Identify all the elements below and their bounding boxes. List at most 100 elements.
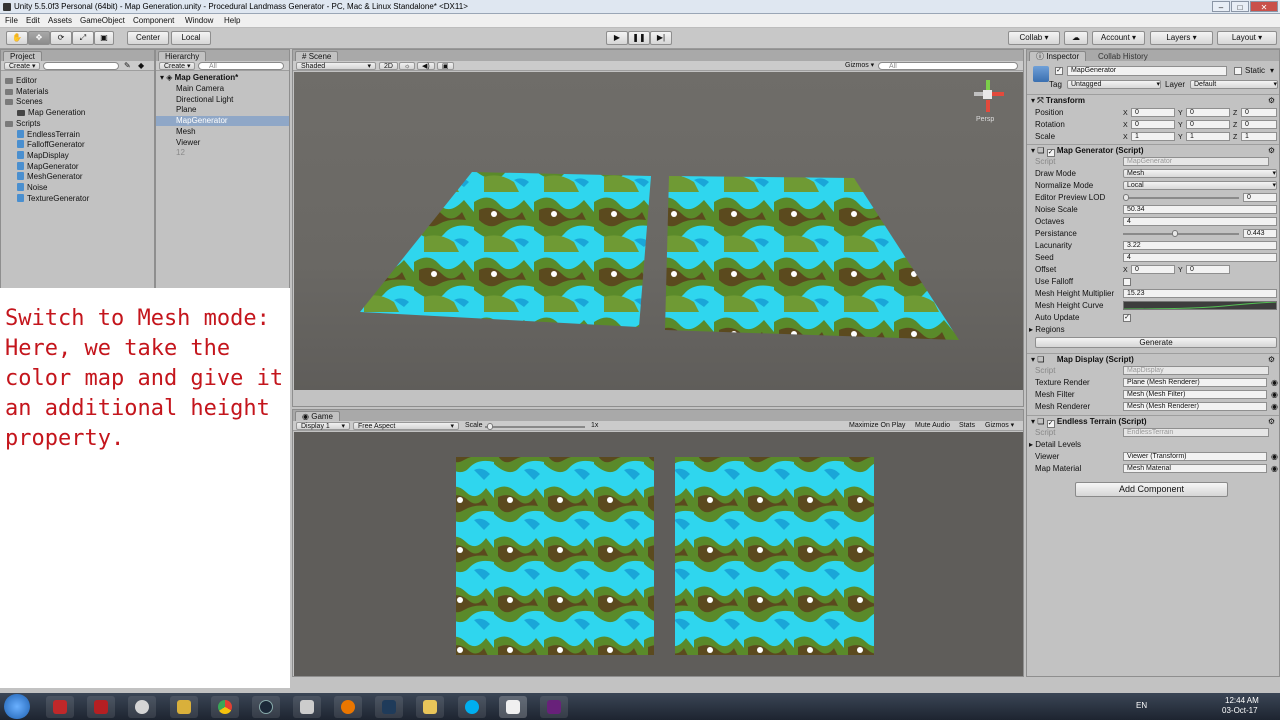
project-item[interactable]: Materials — [5, 87, 48, 97]
project-item[interactable]: MapDisplay — [17, 150, 69, 161]
regions-foldout[interactable]: ▸ Regions — [1029, 324, 1065, 335]
cloud-button[interactable]: ☁ — [1064, 31, 1088, 45]
mute-audio-toggle[interactable]: Mute Audio — [911, 422, 954, 430]
layout-dropdown[interactable]: Layout ▾ — [1217, 31, 1277, 45]
seed-field[interactable]: 4 — [1123, 253, 1277, 262]
detail-levels-foldout[interactable]: ▸ Detail Levels — [1029, 439, 1081, 450]
game-viewport[interactable] — [294, 432, 1023, 676]
static-dropdown-icon[interactable]: ▾ — [1270, 66, 1274, 75]
pivot-center-toggle[interactable]: Center — [127, 31, 169, 45]
lod-slider-track[interactable] — [1123, 197, 1239, 199]
maximize-button[interactable]: □ — [1231, 1, 1249, 12]
rotation-z-field[interactable]: 0 — [1241, 120, 1277, 129]
game-scale-knob[interactable] — [487, 423, 493, 430]
taskbar-explorer[interactable] — [416, 696, 444, 718]
shading-mode-dropdown[interactable]: Shaded ▾ — [296, 62, 376, 70]
project-item[interactable]: MeshGenerator — [17, 172, 83, 182]
audio-toggle[interactable]: ◀) — [417, 62, 435, 70]
layers-dropdown[interactable]: Layers ▾ — [1150, 31, 1213, 45]
menu-window[interactable]: Window — [185, 16, 213, 25]
scale-x-field[interactable]: 1 — [1131, 132, 1175, 141]
mesh-height-multiplier-field[interactable]: 15.23 — [1123, 289, 1277, 298]
project-item[interactable]: TextureGenerator — [17, 193, 89, 204]
hierarchy-item[interactable]: Directional Light — [156, 95, 289, 105]
language-indicator[interactable]: EN — [1136, 701, 1147, 710]
taskbar-blender[interactable] — [334, 696, 362, 718]
rotation-x-field[interactable]: 0 — [1131, 120, 1175, 129]
hierarchy-create-button[interactable]: Create ▾ — [159, 62, 196, 70]
taskbar-skype[interactable] — [458, 696, 486, 718]
game-scale-slider[interactable] — [485, 426, 585, 428]
offset-x-field[interactable]: 0 — [1131, 265, 1175, 274]
taskbar-app-red-2[interactable] — [87, 696, 115, 718]
label-icon[interactable]: ◆ — [138, 61, 144, 70]
clock-time[interactable]: 12:44 AM — [1225, 696, 1259, 705]
gameobject-active-checkbox[interactable]: ✓ — [1055, 67, 1063, 75]
pivot-local-toggle[interactable]: Local — [171, 31, 211, 45]
hierarchy-item[interactable]: 12 — [156, 148, 289, 158]
scale-z-field[interactable]: 1 — [1241, 132, 1277, 141]
pause-button[interactable]: ❚❚ — [628, 31, 650, 45]
scene-search-input[interactable]: All — [878, 62, 1018, 70]
use-falloff-checkbox[interactable] — [1123, 278, 1131, 286]
tab-inspector[interactable]: ⓘ Inspector — [1029, 51, 1087, 61]
tab-project[interactable]: Project — [3, 51, 42, 61]
hierarchy-item[interactable]: Mesh — [156, 127, 289, 137]
gameobject-name-field[interactable]: MapGenerator — [1067, 66, 1227, 76]
object-picker-icon[interactable]: ◉ — [1271, 389, 1278, 400]
position-x-field[interactable]: 0 — [1131, 108, 1175, 117]
project-create-button[interactable]: Create ▾ — [4, 62, 41, 70]
tab-collab-history[interactable]: Collab History — [1091, 51, 1155, 61]
taskbar-photoshop[interactable] — [375, 696, 403, 718]
taskbar-paint[interactable] — [170, 696, 198, 718]
filter-icon[interactable]: ✎ — [124, 61, 131, 70]
map-material-field[interactable]: Mesh Material — [1123, 464, 1267, 473]
texture-render-field[interactable]: Plane (Mesh Renderer) — [1123, 378, 1267, 387]
rect-tool-button[interactable]: ▣ — [94, 31, 114, 45]
aspect-dropdown[interactable]: Free Aspect ▾ — [353, 422, 459, 430]
hierarchy-item[interactable]: Plane — [156, 105, 289, 115]
scale-y-field[interactable]: 1 — [1186, 132, 1230, 141]
hierarchy-item[interactable]: Viewer — [156, 138, 289, 148]
object-picker-icon[interactable]: ◉ — [1271, 377, 1278, 388]
scene-gizmos-dropdown[interactable]: Gizmos ▾ — [841, 62, 878, 70]
noise-scale-field[interactable]: 50.34 — [1123, 205, 1277, 214]
play-button[interactable]: ▶ — [606, 31, 628, 45]
taskbar-chrome[interactable] — [211, 696, 239, 718]
hierarchy-search-input[interactable]: All — [198, 62, 284, 70]
persistance-slider-track[interactable] — [1123, 233, 1239, 235]
taskbar-itunes[interactable] — [128, 696, 156, 718]
hierarchy-item[interactable]: MapGenerator — [156, 116, 289, 127]
layer-dropdown[interactable]: Default ▾ — [1190, 80, 1278, 89]
menu-gameobject[interactable]: GameObject — [80, 16, 125, 25]
clock-date[interactable]: 03-Oct-17 — [1222, 706, 1258, 715]
stats-toggle[interactable]: Stats — [955, 422, 979, 430]
normalize-mode-dropdown[interactable]: Local ▾ — [1123, 181, 1277, 190]
scale-tool-button[interactable]: ⤢ — [72, 31, 94, 45]
generate-button[interactable]: Generate — [1035, 337, 1277, 348]
move-tool-button[interactable]: ✥ — [28, 31, 50, 45]
game-gizmos-dropdown[interactable]: Gizmos ▾ — [981, 422, 1018, 430]
lighting-toggle[interactable]: ☼ — [399, 62, 416, 70]
menu-help[interactable]: Help — [224, 16, 240, 25]
auto-update-checkbox[interactable]: ✓ — [1123, 314, 1131, 322]
tab-hierarchy[interactable]: Hierarchy — [158, 51, 207, 61]
map-generator-header[interactable]: ▾ ❏ ✓ Map Generator (Script) ⚙ — [1027, 144, 1279, 157]
start-button[interactable] — [4, 694, 30, 719]
transform-header[interactable]: ▾ ⤧ Transform ⚙ — [1027, 94, 1279, 106]
lod-slider-knob[interactable] — [1123, 194, 1129, 201]
position-z-field[interactable]: 0 — [1241, 108, 1277, 117]
project-item[interactable]: Map Generation — [17, 108, 85, 118]
object-picker-icon[interactable]: ◉ — [1271, 401, 1278, 412]
taskbar-unity[interactable] — [499, 696, 527, 718]
step-button[interactable]: ▶| — [650, 31, 672, 45]
offset-y-field[interactable]: 0 — [1186, 265, 1230, 274]
taskbar-app-red-1[interactable] — [46, 696, 74, 718]
project-item[interactable]: FalloffGenerator — [17, 140, 85, 150]
persistance-field[interactable]: 0.443 — [1243, 229, 1277, 238]
account-dropdown[interactable]: Account ▾ — [1092, 31, 1145, 45]
scene-orientation-gizmo[interactable]: Persp — [970, 78, 1010, 128]
tab-game[interactable]: ◉ Game — [295, 411, 341, 421]
object-picker-icon[interactable]: ◉ — [1271, 463, 1278, 474]
add-component-button[interactable]: Add Component — [1075, 482, 1228, 497]
